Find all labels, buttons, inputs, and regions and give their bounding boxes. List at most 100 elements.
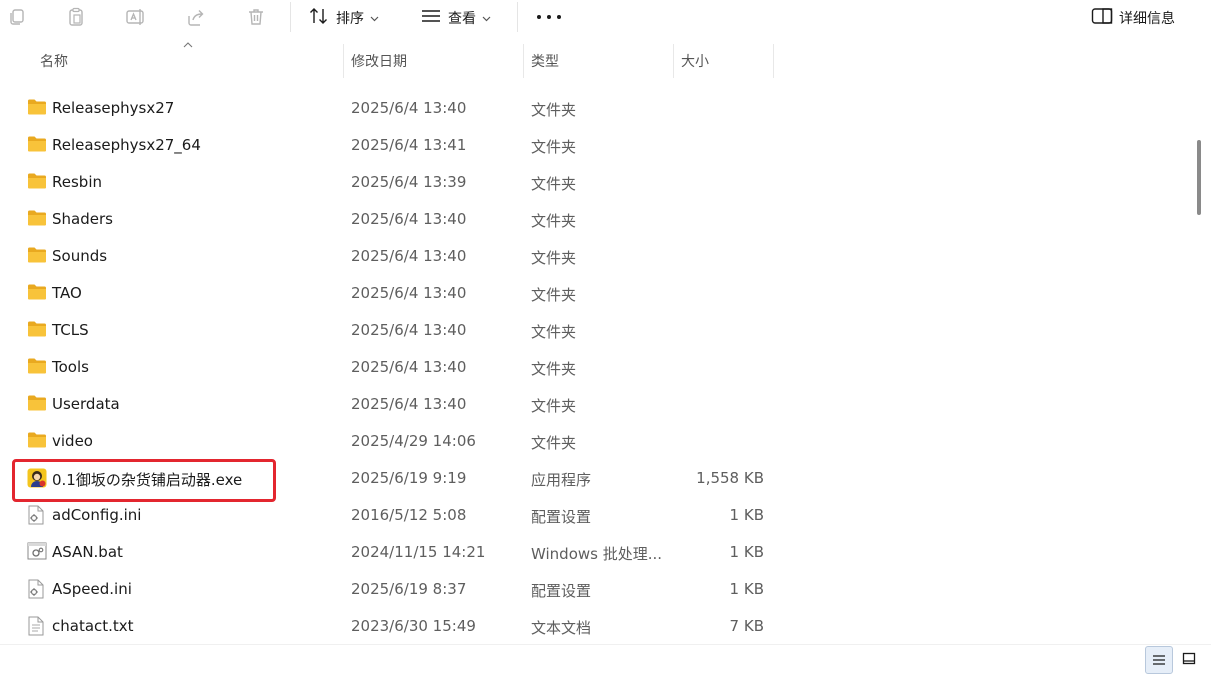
file-name: Releasephysx27 (52, 99, 175, 117)
file-row[interactable]: Resbin 2025/6/4 13:39 文件夹 (0, 164, 1191, 201)
file-name: adConfig.ini (52, 506, 142, 524)
batch-file-icon (27, 542, 47, 560)
column-divider[interactable] (523, 44, 524, 78)
file-type: 文件夹 (531, 249, 577, 267)
column-header-date[interactable]: 修改日期 (351, 44, 521, 78)
file-row[interactable]: Releasephysx27_64 2025/6/4 13:41 文件夹 (0, 127, 1191, 164)
file-name: 0.1御坂の杂货铺启动器.exe (52, 471, 243, 489)
folder-icon (27, 98, 47, 116)
view-icon (420, 6, 442, 30)
config-file-icon (27, 579, 47, 599)
column-header-type[interactable]: 类型 (531, 44, 671, 78)
file-size: 7 KB (729, 617, 764, 635)
file-type: 文本文档 (531, 619, 592, 637)
paste-icon[interactable] (64, 5, 88, 29)
delete-icon[interactable] (244, 5, 268, 29)
details-pane-button[interactable]: 详细信息 (1091, 4, 1175, 32)
large-icons-view-button[interactable] (1175, 646, 1203, 674)
file-modified-date: 2025/6/4 13:41 (351, 136, 467, 154)
file-type: 文件夹 (531, 360, 577, 378)
file-type: 文件夹 (531, 286, 577, 304)
file-modified-date: 2023/6/30 15:49 (351, 617, 476, 635)
column-divider[interactable] (773, 44, 774, 78)
vertical-scrollbar[interactable] (1191, 44, 1211, 644)
file-modified-date: 2025/6/4 13:39 (351, 173, 467, 191)
column-header-name[interactable]: 名称 (40, 44, 340, 78)
tiles-view-icon (1182, 651, 1196, 670)
column-header-size[interactable]: 大小 (681, 44, 771, 78)
file-row[interactable]: Tools 2025/6/4 13:40 文件夹 (0, 349, 1191, 386)
rename-icon[interactable] (124, 5, 148, 29)
file-row[interactable]: 0.1御坂の杂货铺启动器.exe 2025/6/19 9:19 应用程序 1,558 … (0, 460, 1191, 497)
folder-icon (27, 320, 47, 338)
scrollbar-thumb[interactable] (1197, 140, 1201, 215)
file-type: 文件夹 (531, 434, 577, 452)
file-row[interactable]: TAO 2025/6/4 13:40 文件夹 (0, 275, 1191, 312)
file-modified-date: 2025/6/4 13:40 (351, 247, 467, 265)
file-name: Shaders (52, 210, 113, 228)
column-divider[interactable] (673, 44, 674, 78)
file-size: 1 KB (729, 506, 764, 524)
file-type: 文件夹 (531, 175, 577, 193)
toolbar-separator (517, 2, 518, 32)
file-type: 配置设置 (531, 508, 592, 526)
file-name: TAO (52, 284, 82, 302)
file-row[interactable]: ASpeed.ini 2025/6/19 8:37 配置设置 1 KB (0, 571, 1191, 608)
column-date-label: 修改日期 (351, 54, 407, 70)
sort-button[interactable]: 排序 (308, 4, 379, 32)
file-size: 1,558 KB (696, 469, 764, 487)
file-row[interactable]: Shaders 2025/6/4 13:40 文件夹 (0, 201, 1191, 238)
folder-icon (27, 357, 47, 375)
command-bar: 排序 查看 详细信息 (0, 0, 1211, 36)
file-row[interactable]: ASAN.bat 2024/11/15 14:21 Windows 批处理... 1 … (0, 534, 1191, 571)
toolbar-separator (290, 2, 291, 32)
file-row[interactable]: Userdata 2025/6/4 13:40 文件夹 (0, 386, 1191, 423)
file-row[interactable]: Sounds 2025/6/4 13:40 文件夹 (0, 238, 1191, 275)
file-row[interactable]: TCLS 2025/6/4 13:40 文件夹 (0, 312, 1191, 349)
file-type: 文件夹 (531, 397, 577, 415)
list-view-icon (1152, 651, 1166, 670)
share-icon[interactable] (184, 5, 208, 29)
file-modified-date: 2025/6/4 13:40 (351, 321, 467, 339)
file-modified-date: 2025/6/19 8:37 (351, 580, 467, 598)
view-label: 查看 (448, 11, 476, 27)
file-type: 文件夹 (531, 101, 577, 119)
file-row[interactable]: Releasephysx27 2025/6/4 13:40 文件夹 (0, 90, 1191, 127)
file-name: Sounds (52, 247, 108, 265)
file-type: 文件夹 (531, 138, 577, 156)
file-modified-date: 2016/5/12 5:08 (351, 506, 467, 524)
column-name-label: 名称 (40, 54, 68, 70)
file-row[interactable]: video 2025/4/29 14:06 文件夹 (0, 423, 1191, 460)
chevron-down-icon (370, 10, 379, 26)
folder-icon (27, 246, 47, 264)
file-modified-date: 2025/6/4 13:40 (351, 358, 467, 376)
file-type: Windows 批处理... (531, 545, 663, 563)
file-modified-date: 2025/6/4 13:40 (351, 284, 467, 302)
view-button[interactable]: 查看 (420, 4, 491, 32)
file-row[interactable]: chatact.txt 2023/6/30 15:49 文本文档 7 KB (0, 608, 1191, 645)
file-modified-date: 2025/6/4 13:40 (351, 210, 467, 228)
folder-icon (27, 209, 47, 227)
column-divider[interactable] (343, 44, 344, 78)
file-row[interactable]: adConfig.ini 2016/5/12 5:08 配置设置 1 KB (0, 497, 1191, 534)
text-file-icon (27, 616, 47, 636)
more-options-icon[interactable] (537, 9, 561, 25)
details-view-button[interactable] (1145, 646, 1173, 674)
file-modified-date: 2025/6/4 13:40 (351, 395, 467, 413)
file-size: 1 KB (729, 543, 764, 561)
file-name: Userdata (52, 395, 120, 413)
file-name: video (52, 432, 93, 450)
file-modified-date: 2025/6/19 9:19 (351, 469, 467, 487)
file-name: Resbin (52, 173, 102, 191)
folder-icon (27, 172, 47, 190)
column-header-row: 名称 修改日期 类型 大小 (0, 42, 1191, 78)
file-modified-date: 2024/11/15 14:21 (351, 543, 486, 561)
file-name: ASpeed.ini (52, 580, 132, 598)
file-name: Tools (52, 358, 89, 376)
column-type-label: 类型 (531, 54, 559, 70)
folder-icon (27, 283, 47, 301)
copy-icon[interactable] (5, 5, 29, 29)
file-modified-date: 2025/6/4 13:40 (351, 99, 467, 117)
column-size-label: 大小 (681, 54, 709, 70)
file-type: 配置设置 (531, 582, 592, 600)
